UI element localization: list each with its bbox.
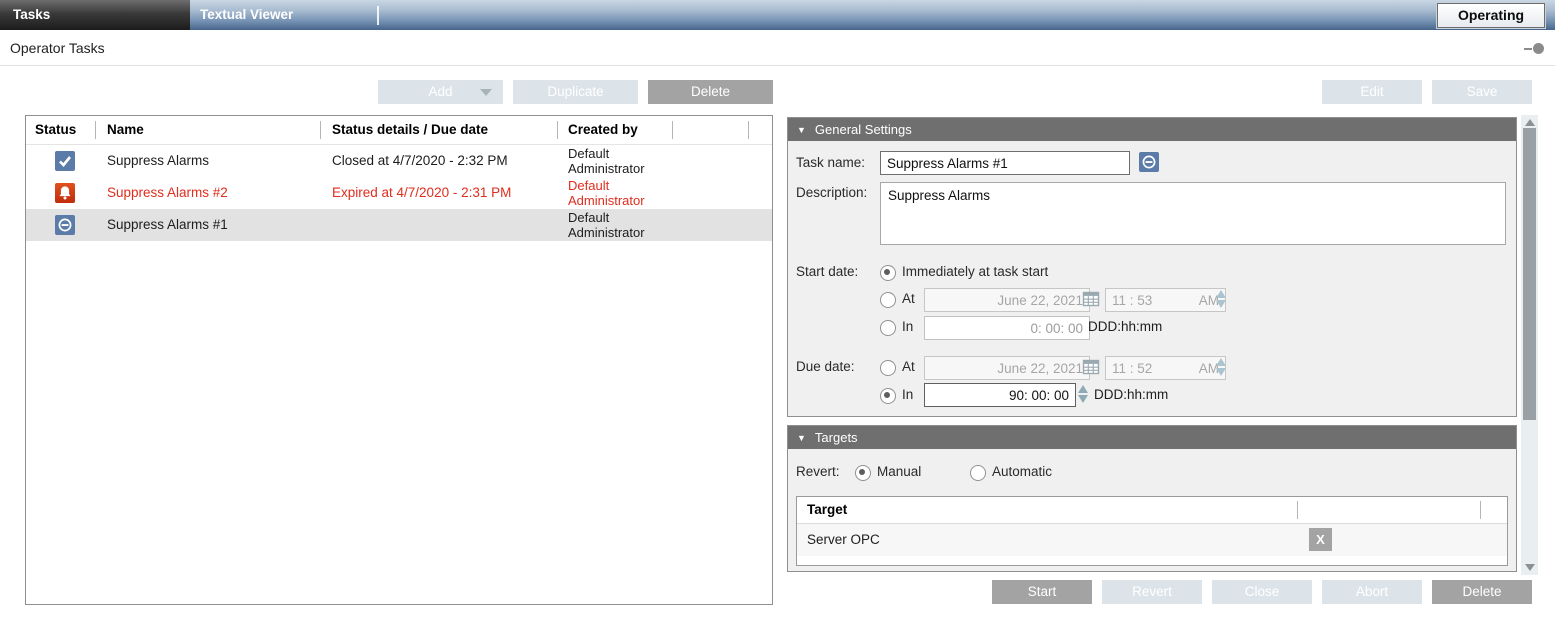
target-name: Server OPC [807, 524, 880, 556]
revert-manual-label[interactable]: Manual [877, 461, 921, 483]
table-row[interactable]: Suppress Alarms #2 Expired at 4/7/2020 -… [26, 177, 772, 209]
start-button[interactable]: Start [992, 580, 1092, 604]
duration-spinner[interactable] [1078, 384, 1089, 404]
column-target[interactable]: Target [807, 497, 847, 523]
close-button[interactable]: Close [1212, 580, 1312, 604]
target-table-header: Target [797, 497, 1507, 524]
table-row[interactable]: Suppress Alarms Closed at 4/7/2020 - 2:3… [26, 145, 772, 177]
description-label: Description: [796, 182, 867, 204]
task-table: Status Name Status details / Due date Cr… [25, 115, 773, 605]
top-tab-bar: Tasks Textual Viewer Operating [0, 0, 1555, 30]
due-in-input[interactable] [924, 383, 1076, 407]
start-immediately-label[interactable]: Immediately at task start [902, 261, 1048, 283]
due-in-format-hint: DDD:hh:mm [1094, 384, 1168, 406]
due-date-input[interactable]: June 22, 2021 [924, 356, 1090, 380]
page-title: Operator Tasks [10, 30, 105, 66]
tab-textual-viewer[interactable]: Textual Viewer [190, 0, 376, 30]
alarm-bell-icon [55, 183, 75, 203]
task-table-header: Status Name Status details / Due date Cr… [26, 116, 772, 145]
start-in-format-hint: DDD:hh:mm [1088, 316, 1162, 338]
revert-automatic-radio[interactable] [970, 465, 986, 481]
start-in-label[interactable]: In [902, 316, 913, 338]
column-divider[interactable] [95, 121, 96, 139]
revert-label: Revert: [796, 461, 840, 483]
add-button-label: Add [428, 84, 452, 99]
task-status-details: Expired at 4/7/2020 - 2:31 PM [332, 177, 511, 209]
start-date-input[interactable]: June 22, 2021 [924, 288, 1090, 312]
time-spinner[interactable] [1216, 357, 1227, 377]
due-at-radio[interactable] [880, 360, 896, 376]
collapse-triangle-icon[interactable]: ▼ [797, 427, 806, 450]
due-in-label[interactable]: In [902, 384, 913, 406]
start-at-label[interactable]: At [902, 288, 915, 310]
pin-icon[interactable] [1524, 43, 1544, 54]
general-settings-header[interactable]: ▼General Settings [788, 118, 1516, 141]
tab-divider [377, 6, 379, 25]
remove-target-button[interactable]: X [1309, 528, 1332, 551]
column-divider[interactable] [1480, 501, 1481, 519]
suspended-icon [55, 215, 75, 235]
revert-automatic-label[interactable]: Automatic [992, 461, 1052, 483]
task-created-by: Default Administrator [568, 146, 645, 176]
chevron-down-icon[interactable] [480, 89, 492, 96]
calendar-icon[interactable] [1082, 358, 1100, 376]
start-date-label: Start date: [796, 261, 858, 283]
table-row-selected[interactable]: Suppress Alarms #1 Default Administrator [26, 209, 772, 241]
description-textarea[interactable]: Suppress Alarms [880, 182, 1506, 245]
start-in-input[interactable]: 0: 00: 00 [924, 316, 1090, 340]
vertical-scrollbar[interactable] [1521, 115, 1538, 575]
target-table: Target Server OPC X [796, 496, 1508, 566]
due-in-radio[interactable] [880, 388, 896, 404]
task-name-label: Task name: [796, 152, 865, 174]
targets-panel: ▼Targets Revert: Manual Automatic Target… [787, 425, 1517, 572]
column-details[interactable]: Status details / Due date [332, 116, 488, 144]
edit-button[interactable]: Edit [1322, 80, 1422, 104]
calendar-icon[interactable] [1082, 290, 1100, 308]
check-icon [55, 151, 75, 171]
start-immediately-radio[interactable] [880, 265, 896, 281]
due-at-label[interactable]: At [902, 356, 915, 378]
revert-button[interactable]: Revert [1102, 580, 1202, 604]
delete-button[interactable]: Delete [1432, 580, 1532, 604]
target-row[interactable]: Server OPC X [797, 524, 1507, 556]
scrollbar-thumb[interactable] [1523, 128, 1536, 420]
column-divider[interactable] [748, 121, 749, 139]
column-divider[interactable] [320, 121, 321, 139]
collapse-triangle-icon[interactable]: ▼ [797, 119, 806, 142]
general-settings-panel: ▼General Settings Task name: Description… [787, 117, 1517, 417]
duplicate-button[interactable]: Duplicate [513, 80, 638, 104]
save-button[interactable]: Save [1432, 80, 1532, 104]
due-date-label: Due date: [796, 356, 855, 378]
suspended-status-icon [1139, 152, 1159, 172]
task-name: Suppress Alarms [107, 145, 209, 177]
scroll-down-icon[interactable] [1525, 564, 1535, 571]
operator-tasks-screen: Tasks Textual Viewer Operating Operator … [0, 0, 1555, 620]
abort-button[interactable]: Abort [1322, 580, 1422, 604]
column-divider[interactable] [557, 121, 558, 139]
task-status-details: Closed at 4/7/2020 - 2:32 PM [332, 145, 508, 177]
targets-header[interactable]: ▼Targets [788, 426, 1516, 449]
title-bar: Operator Tasks [0, 30, 1555, 66]
task-created-by: Default Administrator [568, 210, 645, 240]
tab-tasks[interactable]: Tasks [0, 0, 190, 30]
delete-task-button[interactable]: Delete [648, 80, 773, 104]
task-name: Suppress Alarms #2 [107, 177, 228, 209]
start-at-radio[interactable] [880, 292, 896, 308]
column-divider[interactable] [672, 121, 673, 139]
revert-manual-radio[interactable] [855, 465, 871, 481]
operating-mode-button[interactable]: Operating [1437, 3, 1545, 28]
column-name[interactable]: Name [107, 116, 144, 144]
task-created-by: Default Administrator [568, 178, 645, 208]
add-button[interactable]: Add [378, 80, 503, 104]
column-divider[interactable] [1297, 501, 1298, 519]
task-name: Suppress Alarms #1 [107, 209, 228, 241]
task-name-input[interactable] [880, 151, 1130, 175]
start-time-input[interactable]: 11 : 53 AM [1105, 288, 1226, 312]
start-in-radio[interactable] [880, 320, 896, 336]
due-time-input[interactable]: 11 : 52 AM [1105, 356, 1226, 380]
column-status[interactable]: Status [35, 116, 76, 144]
column-created-by[interactable]: Created by [568, 116, 638, 144]
time-spinner[interactable] [1216, 289, 1227, 309]
scroll-up-icon[interactable] [1525, 119, 1535, 126]
